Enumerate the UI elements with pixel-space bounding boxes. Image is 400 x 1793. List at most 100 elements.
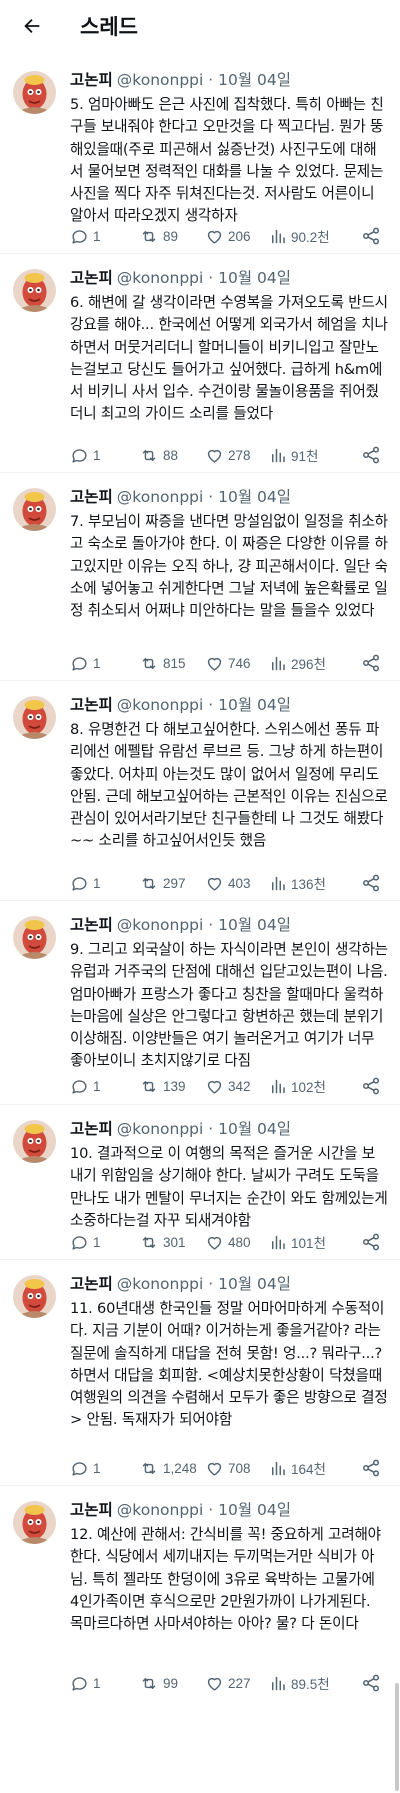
reply-icon [72, 1235, 87, 1250]
retweet-icon [142, 1462, 156, 1474]
tweet[interactable]: 고논피 @kononppi · 10월 04일 9. 그리고 외국살이 하는 자식… [0, 901, 400, 1105]
view-count: 91천 [291, 449, 319, 464]
author-handle[interactable]: @kononppi [117, 1120, 204, 1138]
tweet[interactable]: 고논피 @kononppi · 10월 04일 8. 유명한건 다 해보고싶어한다… [0, 681, 400, 901]
views-button[interactable]: 89.5천 [269, 1673, 330, 1693]
retweet-button[interactable]: 139 [139, 1077, 186, 1096]
avatar[interactable] [13, 696, 56, 739]
back-button[interactable] [18, 12, 46, 40]
author-handle[interactable]: @kononppi [117, 1501, 204, 1519]
view-count: 136천 [291, 877, 326, 892]
tweet[interactable]: 고논피 @kononppi · 10월 04일 7. 부모님이 짜증을 낸다면 망… [0, 473, 400, 681]
tweet-date[interactable]: 10월 04일 [218, 269, 291, 287]
author-handle[interactable]: @kononppi [117, 696, 204, 714]
share-icon [362, 446, 380, 464]
author-name[interactable]: 고논피 [70, 696, 113, 714]
reply-button[interactable]: 1 [70, 1674, 101, 1693]
views-button[interactable]: 164천 [269, 1458, 326, 1478]
avatar[interactable] [13, 269, 56, 312]
bar-chart-icon [272, 229, 285, 243]
avatar[interactable] [13, 1501, 56, 1544]
author-name[interactable]: 고논피 [70, 488, 113, 506]
retweet-button[interactable]: 99 [139, 1674, 178, 1693]
like-button[interactable]: 342 [205, 1077, 251, 1096]
retweet-button[interactable]: 297 [139, 874, 186, 893]
tweet-date[interactable]: 10월 04일 [218, 1275, 291, 1293]
tweet-header: 고논피 @kononppi · 10월 04일 [70, 485, 291, 507]
reply-button[interactable]: 1 [70, 874, 101, 893]
views-button[interactable]: 91천 [269, 445, 318, 465]
heart-icon [207, 877, 222, 891]
author-name[interactable]: 고논피 [70, 71, 113, 89]
tweet-date[interactable]: 10월 04일 [218, 916, 291, 934]
reply-button[interactable]: 1 [70, 1233, 101, 1252]
avatar[interactable] [13, 71, 56, 114]
author-handle[interactable]: @kononppi [117, 1275, 204, 1293]
tweet-text: 7. 부모님이 짜증을 낸다면 망설임없이 일정을 취소하고 숙소로 돌아가야 … [70, 513, 388, 620]
tweet-date[interactable]: 10월 04일 [218, 1501, 291, 1519]
avatar[interactable] [13, 1120, 56, 1163]
author-handle[interactable]: @kononppi [117, 71, 204, 89]
bar-chart-icon [272, 876, 285, 890]
like-button[interactable]: 746 [205, 654, 251, 673]
tweet[interactable]: 고논피 @kononppi · 10월 04일 10. 결과적으로 이 여행의 목… [0, 1105, 400, 1260]
views-button[interactable]: 102천 [269, 1076, 326, 1096]
scrollbar[interactable] [395, 1683, 399, 1791]
like-button[interactable]: 278 [205, 446, 251, 465]
author-handle[interactable]: @kononppi [117, 269, 204, 287]
share-button[interactable] [361, 873, 381, 893]
like-button[interactable]: 227 [205, 1674, 251, 1693]
author-handle[interactable]: @kononppi [117, 488, 204, 506]
views-button[interactable]: 90.2천 [269, 226, 330, 246]
retweet-count: 139 [163, 1078, 186, 1094]
retweet-button[interactable]: 1,248 [139, 1459, 197, 1478]
retweet-button[interactable]: 301 [139, 1233, 186, 1252]
author-name[interactable]: 고논피 [70, 1120, 113, 1138]
view-count: 101천 [291, 1236, 326, 1251]
reply-button[interactable]: 1 [70, 227, 101, 246]
retweet-button[interactable]: 89 [139, 227, 178, 246]
reply-count: 1 [93, 1460, 101, 1476]
heart-icon [207, 657, 222, 671]
tweet[interactable]: 고논피 @kononppi · 10월 04일 11. 60년대생 한국인들 정말… [0, 1260, 400, 1486]
tweet-header: 고논피 @kononppi · 10월 04일 [70, 68, 291, 90]
avatar[interactable] [13, 1275, 56, 1318]
tweet-date[interactable]: 10월 04일 [218, 71, 291, 89]
views-button[interactable]: 136천 [269, 873, 326, 893]
retweet-icon [142, 1080, 156, 1092]
like-button[interactable]: 708 [205, 1459, 251, 1478]
share-icon [362, 1674, 380, 1692]
like-button[interactable]: 480 [205, 1233, 251, 1252]
share-button[interactable] [361, 445, 381, 465]
reply-count: 1 [93, 655, 101, 671]
share-button[interactable] [361, 226, 381, 246]
reply-button[interactable]: 1 [70, 654, 101, 673]
reply-button[interactable]: 1 [70, 446, 101, 465]
author-name[interactable]: 고논피 [70, 1275, 113, 1293]
reply-button[interactable]: 1 [70, 1077, 101, 1096]
like-button[interactable]: 403 [205, 874, 251, 893]
share-button[interactable] [361, 1232, 381, 1252]
author-handle[interactable]: @kononppi [117, 916, 204, 934]
share-button[interactable] [361, 653, 381, 673]
tweet-date[interactable]: 10월 04일 [218, 696, 291, 714]
views-button[interactable]: 101천 [269, 1232, 326, 1252]
like-button[interactable]: 206 [205, 227, 251, 246]
tweet[interactable]: 고논피 @kononppi · 10월 04일 12. 예산에 관해서: 간식비를… [0, 1486, 400, 1696]
share-button[interactable] [361, 1458, 381, 1478]
share-button[interactable] [361, 1673, 381, 1693]
author-name[interactable]: 고논피 [70, 269, 113, 287]
retweet-button[interactable]: 815 [139, 654, 186, 673]
reply-button[interactable]: 1 [70, 1459, 101, 1478]
tweet[interactable]: 고논피 @kononppi · 10월 04일 5. 엄마아빠도 은근 사진에 집… [0, 56, 400, 254]
avatar[interactable] [13, 916, 56, 959]
author-name[interactable]: 고논피 [70, 1501, 113, 1519]
author-name[interactable]: 고논피 [70, 916, 113, 934]
views-button[interactable]: 296천 [269, 653, 326, 673]
avatar[interactable] [13, 488, 56, 531]
tweet-date[interactable]: 10월 04일 [218, 488, 291, 506]
tweet-date[interactable]: 10월 04일 [218, 1120, 291, 1138]
tweet[interactable]: 고논피 @kononppi · 10월 04일 6. 해변에 갈 생각이라면 수영… [0, 254, 400, 473]
retweet-button[interactable]: 88 [139, 446, 178, 465]
share-button[interactable] [361, 1076, 381, 1096]
